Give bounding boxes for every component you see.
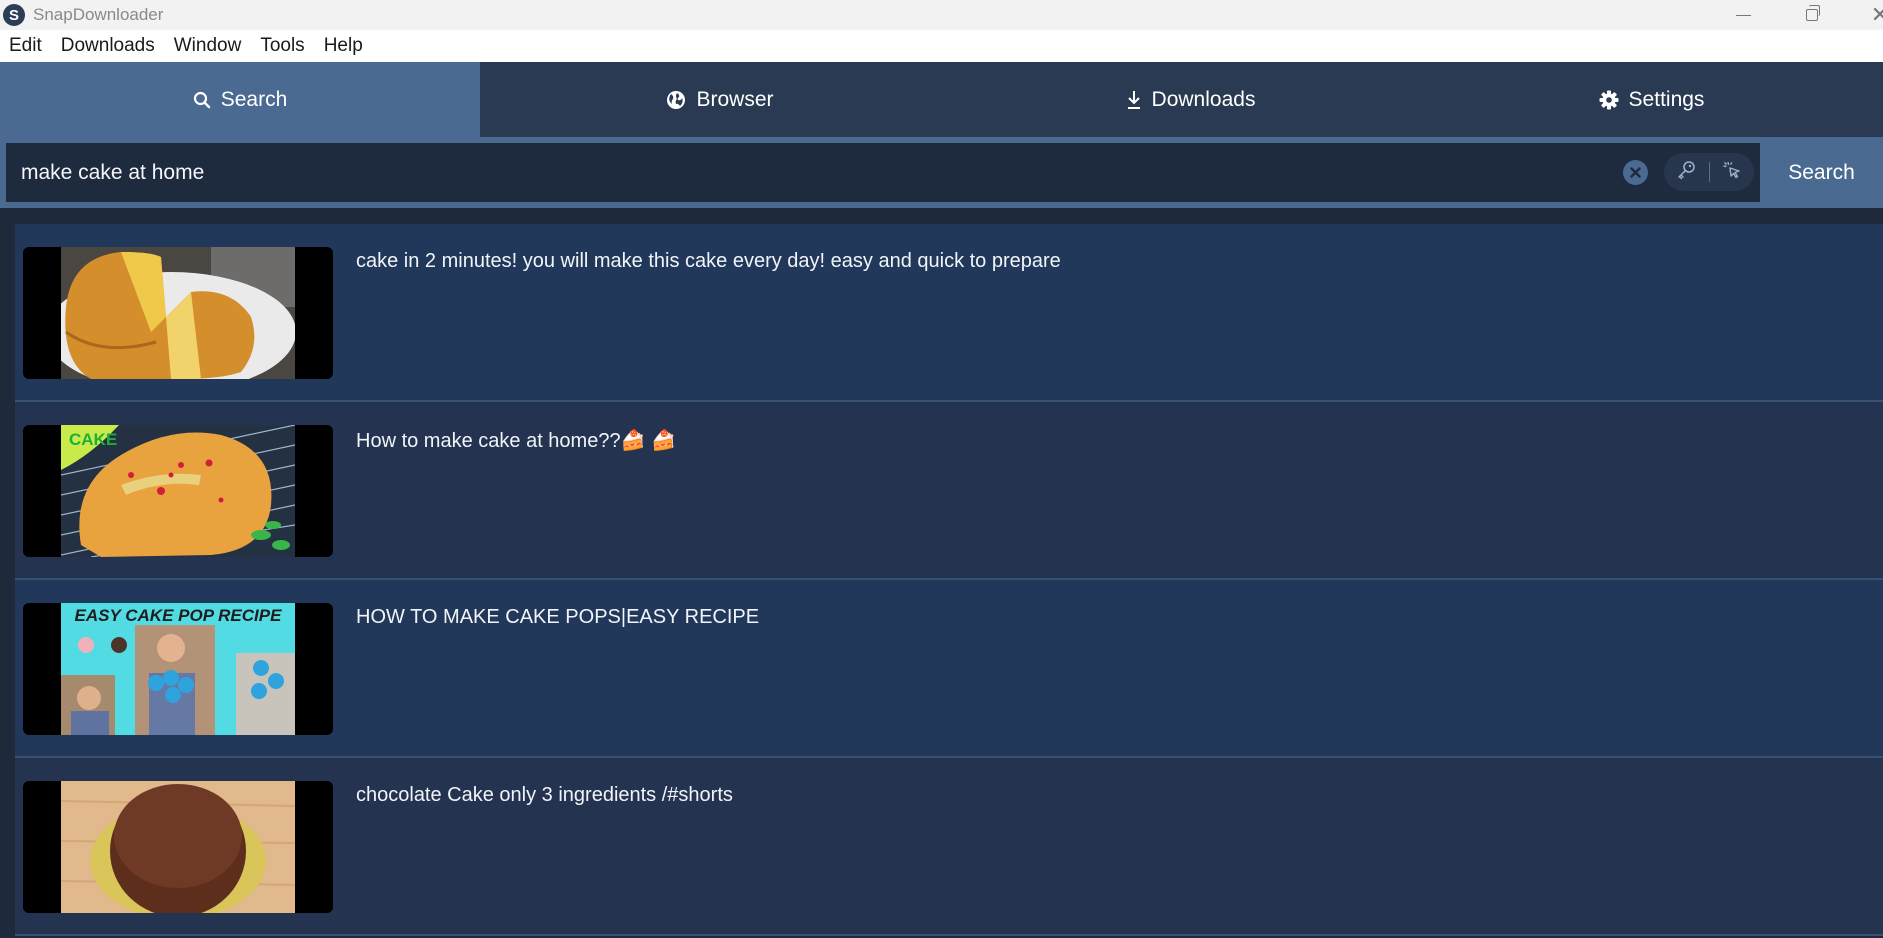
thumbnail-image: CAKE [61,425,295,557]
menu-edit[interactable]: Edit [9,35,42,57]
result-title[interactable]: HOW TO MAKE CAKE POPS|EASY RECIPE [356,606,759,629]
minimize-icon [1735,14,1751,16]
search-box [6,143,1760,202]
thumbnail-image [61,247,295,379]
globe-icon [666,90,686,110]
search-button[interactable]: Search [1760,137,1883,208]
thumbnail-image [61,781,295,913]
search-bar: Search [0,137,1883,208]
menu-help[interactable]: Help [324,35,363,57]
pointer-click-icon [1723,161,1740,178]
thumbnail: EASY CAKE POP RECIPE [23,603,333,735]
close-button[interactable]: ✕ [1850,0,1883,30]
close-icon: ✕ [1870,2,1883,27]
search-input[interactable] [21,143,1591,202]
results-list: cake in 2 minutes! you will make this ca… [15,224,1883,938]
tab-downloads[interactable]: Downloads [960,62,1421,137]
main-tabs: Search Browser Downloads Settings [0,62,1883,137]
result-title[interactable]: How to make cake at home??🍰 🍰 [356,428,676,453]
tab-label: Settings [1628,87,1705,111]
menu-tools[interactable]: Tools [260,35,304,57]
restore-button[interactable] [1782,0,1842,30]
separator [1708,162,1710,182]
result-item[interactable]: EASY CAKE POP RECIPE HOW TO MAKE CAKE PO… [15,580,1883,758]
thumbnail [23,781,333,913]
app-logo-icon: S [3,4,25,26]
menu-bar: Edit Downloads Window Tools Help [0,30,1883,62]
result-title[interactable]: chocolate Cake only 3 ingredients /#shor… [356,784,733,807]
svg-text:CAKE: CAKE [69,430,117,449]
minimize-button[interactable] [1713,0,1773,30]
key-button[interactable] [1676,160,1696,185]
thumbnail-image: EASY CAKE POP RECIPE [61,603,295,735]
window-title: SnapDownloader [33,5,164,24]
tab-label: Browser [696,87,774,111]
thumbnail-text: EASY CAKE POP RECIPE [75,606,283,625]
key-icon [1678,160,1695,179]
pointer-click-button[interactable] [1722,160,1742,185]
result-title[interactable]: cake in 2 minutes! you will make this ca… [356,250,1061,273]
menu-downloads[interactable]: Downloads [61,35,155,57]
clear-search-button[interactable] [1623,160,1648,185]
thumbnail: CAKE [23,425,333,557]
result-item[interactable]: CAKE How to make cake at home??🍰 🍰 [15,402,1883,580]
result-item[interactable]: chocolate Cake only 3 ingredients /#shor… [15,758,1883,936]
search-tools [1664,153,1754,191]
tab-settings[interactable]: Settings [1421,62,1882,137]
thumbnail [23,247,333,379]
restore-icon [1806,5,1820,21]
tab-search[interactable]: Search [0,62,480,137]
tab-label: Downloads [1151,87,1256,111]
title-bar: S SnapDownloader ✕ [0,0,1883,30]
download-icon [1126,90,1142,110]
menu-window[interactable]: Window [174,35,242,57]
result-item[interactable]: cake in 2 minutes! you will make this ca… [15,224,1883,402]
gear-icon [1599,90,1619,110]
search-icon [193,91,211,109]
tab-browser[interactable]: Browser [480,62,960,137]
clear-icon [1630,167,1641,178]
tab-label: Search [220,87,288,111]
